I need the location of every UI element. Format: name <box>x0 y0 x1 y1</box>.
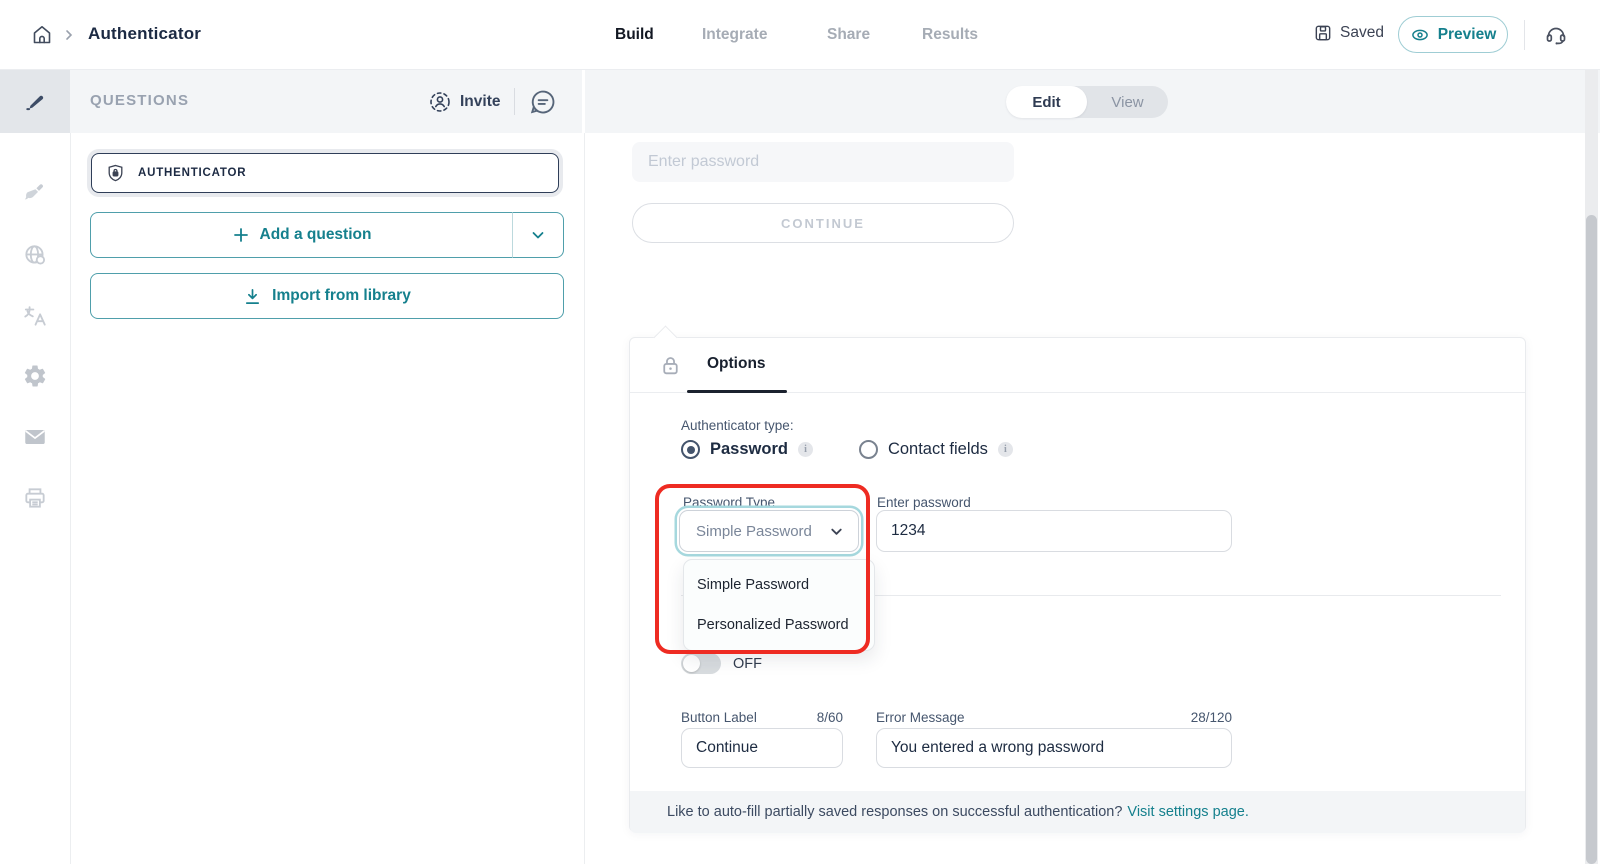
header-divider <box>514 88 515 115</box>
import-from-library-label: Import from library <box>272 287 411 305</box>
tab-results[interactable]: Results <box>922 26 978 44</box>
options-tab-row: Options <box>630 338 1525 393</box>
preview-label: Preview <box>1438 26 1497 44</box>
auth-type-radios: Password i Contact fields i <box>681 440 1013 459</box>
options-footer: Like to auto-fill partially saved respon… <box>630 791 1525 833</box>
preview-button[interactable]: Preview <box>1398 16 1508 53</box>
printer-icon <box>22 485 48 511</box>
password-type-value: Simple Password <box>696 523 812 540</box>
dropdown-option-simple[interactable]: Simple Password <box>684 565 874 605</box>
invite-button[interactable]: Invite <box>428 90 500 114</box>
edit-view-toggle: Edit View <box>1006 86 1168 118</box>
globe-icon <box>22 242 48 268</box>
rail-item-build-editor[interactable] <box>0 70 70 133</box>
rail-divider <box>70 133 71 864</box>
download-icon <box>243 287 262 306</box>
rail-item-design[interactable] <box>0 162 70 225</box>
contact-fields-info-icon[interactable]: i <box>998 442 1013 457</box>
chevron-down-icon <box>530 227 546 243</box>
questions-header: QUESTIONS <box>90 92 189 109</box>
password-type-dropdown-menu: Simple Password Personalized Password <box>683 559 875 651</box>
gear-icon <box>22 363 48 389</box>
footer-text: Like to auto-fill partially saved respon… <box>667 804 1122 820</box>
button-label-row: Button Label 8/60 <box>681 710 843 725</box>
question-item-label: AUTHENTICATOR <box>138 167 246 179</box>
envelope-icon <box>22 424 48 450</box>
radio-contact-fields-label[interactable]: Contact fields <box>888 440 988 459</box>
saved-label: Saved <box>1340 24 1384 42</box>
radio-password[interactable] <box>681 440 700 459</box>
app-root: Authenticator Build Integrate Share Resu… <box>0 0 1600 864</box>
canvas-continue-button[interactable]: CONTINUE <box>632 203 1014 243</box>
rail-item-settings[interactable] <box>0 344 70 407</box>
tab-build[interactable]: Build <box>615 26 654 44</box>
scrollbar-thumb[interactable] <box>1586 215 1597 864</box>
error-message-input[interactable] <box>876 728 1232 768</box>
lock-icon <box>658 353 683 378</box>
password-type-label: Password Type <box>683 495 775 510</box>
radio-password-label[interactable]: Password <box>710 440 788 459</box>
button-label-input[interactable] <box>681 728 843 768</box>
tab-share[interactable]: Share <box>827 26 870 44</box>
tab-integrate[interactable]: Integrate <box>702 26 767 44</box>
add-question-label: Add a question <box>260 226 372 244</box>
page-title: Authenticator <box>88 24 201 44</box>
error-message-row: Error Message 28/120 <box>876 710 1232 725</box>
canvas-password-input[interactable] <box>632 142 1014 182</box>
eye-icon <box>1410 25 1430 45</box>
rail-item-print[interactable] <box>0 466 70 529</box>
question-item-authenticator[interactable]: AUTHENTICATOR <box>91 153 559 193</box>
invite-user-icon <box>428 90 452 114</box>
topbar-divider <box>1524 20 1525 50</box>
add-question-split-button: Add a question <box>90 212 564 258</box>
breadcrumb-chevron-icon <box>63 29 75 41</box>
translate-icon <box>22 303 48 329</box>
error-message-label: Error Message <box>876 710 965 725</box>
invite-label: Invite <box>460 93 500 111</box>
plus-icon <box>232 226 250 244</box>
panel-divider <box>584 133 585 864</box>
saved-status: Saved <box>1313 23 1384 43</box>
shield-lock-icon <box>105 163 126 184</box>
tool-rail <box>0 70 70 864</box>
tab-options[interactable]: Options <box>707 355 766 373</box>
toggle-edit[interactable]: Edit <box>1006 86 1087 118</box>
subheader-strip <box>0 70 1600 133</box>
error-message-counter: 28/120 <box>1191 710 1232 725</box>
off-toggle-label: OFF <box>733 656 762 672</box>
options-panel: Options Authenticator type: Password i C… <box>629 337 1526 832</box>
auth-type-label: Authenticator type: <box>681 418 794 433</box>
rail-item-domain[interactable] <box>0 223 70 286</box>
dropdown-option-personalized[interactable]: Personalized Password <box>684 605 874 645</box>
select-chevron-icon <box>829 524 844 539</box>
import-from-library-button[interactable]: Import from library <box>90 273 564 319</box>
support-headset-icon[interactable] <box>1544 23 1568 47</box>
button-label-counter: 8/60 <box>817 710 843 725</box>
toggle-knob <box>683 655 700 672</box>
enter-password-label: Enter password <box>877 495 971 510</box>
off-toggle[interactable] <box>681 653 721 674</box>
button-label-label: Button Label <box>681 710 757 725</box>
password-info-icon[interactable]: i <box>798 442 813 457</box>
toggle-row: OFF <box>681 653 762 674</box>
rail-item-translate[interactable] <box>0 284 70 347</box>
paintbrush-icon <box>22 181 48 207</box>
save-icon <box>1313 23 1333 43</box>
enter-password-input[interactable] <box>876 510 1232 552</box>
add-question-dropdown-button[interactable] <box>512 212 564 258</box>
topbar: Authenticator Build Integrate Share Resu… <box>0 0 1600 70</box>
panel-gap <box>582 70 585 133</box>
add-question-button[interactable]: Add a question <box>90 212 512 258</box>
pencil-icon <box>22 89 48 115</box>
tab-active-underline <box>687 390 787 393</box>
home-icon[interactable] <box>30 23 54 47</box>
password-type-select[interactable]: Simple Password <box>679 510 859 552</box>
radio-contact-fields[interactable] <box>859 440 878 459</box>
rail-item-email[interactable] <box>0 405 70 468</box>
visit-settings-link[interactable]: Visit settings page. <box>1127 804 1248 820</box>
comments-icon[interactable] <box>528 87 560 117</box>
toggle-view[interactable]: View <box>1087 86 1168 118</box>
